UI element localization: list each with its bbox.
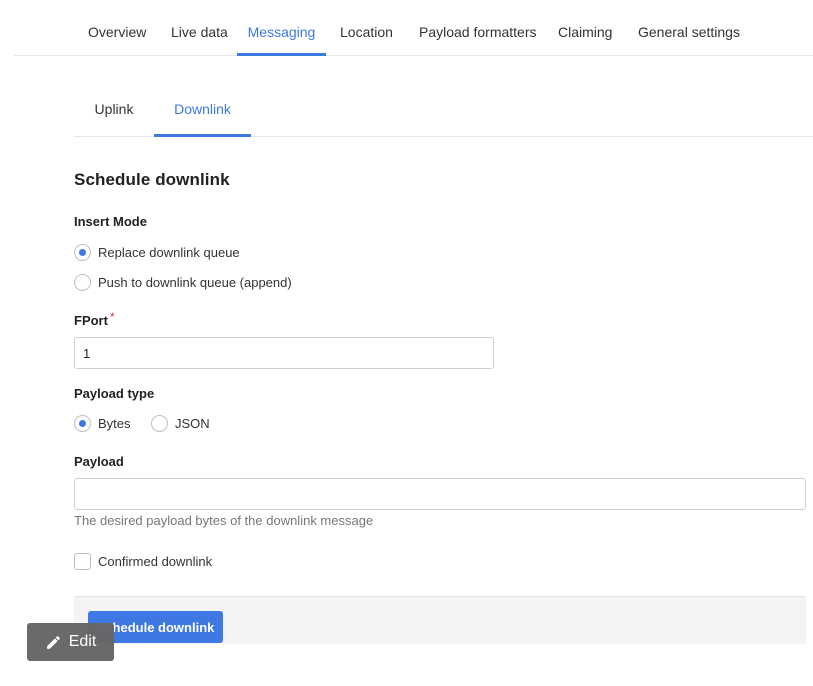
insert-mode-append-label: Push to downlink queue (append)	[98, 275, 292, 290]
fport-label: FPort *	[74, 310, 115, 328]
insert-mode-replace-option[interactable]: Replace downlink queue	[74, 244, 240, 261]
confirmed-downlink-checkbox[interactable]	[74, 553, 91, 570]
payload-label: Payload	[74, 454, 124, 469]
fport-label-text: FPort	[74, 313, 108, 328]
tab-messaging[interactable]: Messaging	[237, 0, 326, 56]
insert-mode-label: Insert Mode	[74, 214, 147, 229]
messaging-sub-tabs: Uplink Downlink	[74, 56, 813, 137]
payload-help-text: The desired payload bytes of the downlin…	[74, 513, 374, 528]
required-marker: *	[109, 310, 115, 324]
edit-button-label: Edit	[68, 633, 97, 650]
payload-input[interactable]	[74, 478, 806, 510]
tab-location[interactable]: Location	[340, 0, 393, 56]
device-nav-tabs: Overview Live data Messaging Location Pa…	[14, 0, 813, 56]
radio-checked-icon[interactable]	[74, 244, 91, 261]
tab-uplink[interactable]: Uplink	[74, 56, 154, 137]
payload-type-label: Payload type	[74, 386, 155, 401]
payload-type-json-label: JSON	[175, 416, 210, 431]
radio-unchecked-icon[interactable]	[74, 274, 91, 291]
insert-mode-replace-label: Replace downlink queue	[98, 245, 240, 260]
radio-unchecked-icon[interactable]	[151, 415, 168, 432]
insert-mode-append-option[interactable]: Push to downlink queue (append)	[74, 274, 292, 291]
tab-overview[interactable]: Overview	[88, 0, 146, 56]
confirmed-downlink-option[interactable]: Confirmed downlink	[74, 553, 212, 570]
pencil-icon	[46, 635, 60, 649]
tab-downlink[interactable]: Downlink	[154, 56, 251, 137]
payload-type-bytes-option[interactable]: Bytes	[74, 415, 131, 432]
tab-live-data[interactable]: Live data	[171, 0, 228, 56]
tab-general-settings[interactable]: General settings	[638, 0, 740, 56]
tab-payload-formatters[interactable]: Payload formatters	[419, 0, 537, 56]
confirmed-downlink-label: Confirmed downlink	[98, 554, 213, 569]
edit-button[interactable]: Edit	[27, 623, 114, 661]
tab-claiming[interactable]: Claiming	[558, 0, 612, 56]
payload-type-json-option[interactable]: JSON	[151, 415, 210, 432]
fport-input[interactable]	[74, 337, 494, 369]
radio-checked-icon[interactable]	[74, 415, 91, 432]
payload-type-bytes-label: Bytes	[98, 416, 131, 431]
page-title: Schedule downlink	[74, 170, 230, 189]
